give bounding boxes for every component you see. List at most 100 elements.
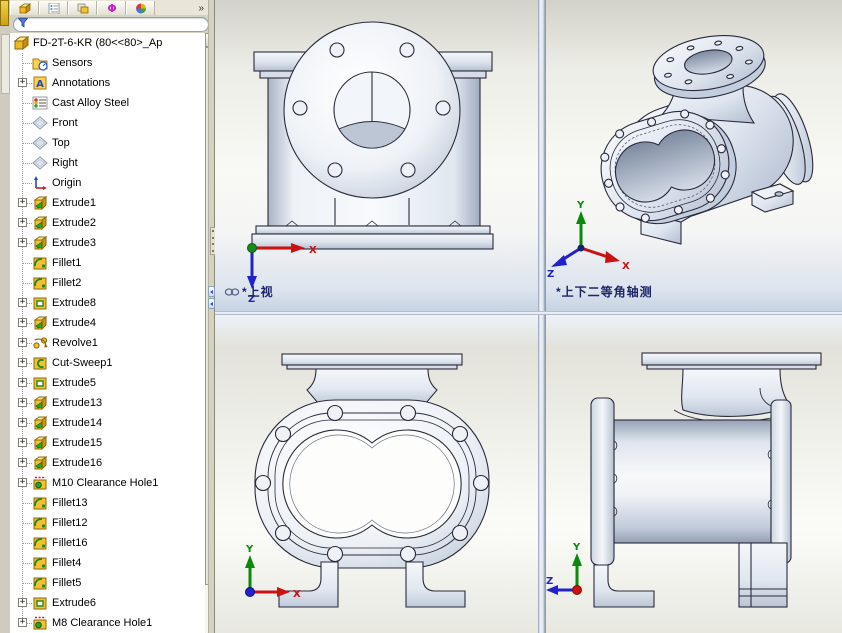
tree-item-cut-sweep1[interactable]: + Cut-Sweep1 bbox=[10, 353, 208, 373]
svg-text:Z: Z bbox=[547, 269, 554, 280]
tree-item-label: Revolve1 bbox=[52, 337, 98, 349]
dimxpert-tab[interactable]: Φ bbox=[97, 1, 126, 15]
tree-item-extrude1[interactable]: + Extrude1 bbox=[10, 193, 208, 213]
tree-item-origin[interactable]: Origin bbox=[10, 173, 208, 193]
filter-input[interactable] bbox=[31, 19, 191, 30]
tree-item-front[interactable]: Front bbox=[10, 113, 208, 133]
tree-item-extrude4[interactable]: + Extrude4 bbox=[10, 313, 208, 333]
material-icon bbox=[32, 95, 49, 111]
tree-item-extrude5[interactable]: + Extrude5 bbox=[10, 373, 208, 393]
tree-item-extrude15[interactable]: + Extrude15 bbox=[10, 433, 208, 453]
tree-item-m8-clearance-hole1[interactable]: + M8 Clearance Hole1 bbox=[10, 613, 208, 633]
expand-toggle[interactable]: + bbox=[18, 478, 27, 487]
viewport-collapse-button[interactable] bbox=[208, 286, 215, 297]
expand-toggle[interactable]: + bbox=[18, 78, 27, 87]
expand-toggle[interactable]: + bbox=[18, 618, 27, 627]
tree-item-fillet1[interactable]: Fillet1 bbox=[10, 253, 208, 273]
featuremanager-tab[interactable] bbox=[10, 1, 39, 15]
expand-toggle[interactable]: + bbox=[18, 458, 27, 467]
viewport-right-view[interactable]: Y Z bbox=[546, 315, 842, 633]
tree-connector bbox=[23, 563, 32, 564]
tree-item-fillet12[interactable]: Fillet12 bbox=[10, 513, 208, 533]
tree-item-fillet16[interactable]: Fillet16 bbox=[10, 533, 208, 553]
expand-toggle[interactable]: + bbox=[18, 298, 27, 307]
tree-item-top[interactable]: Top bbox=[10, 133, 208, 153]
tree-connector bbox=[23, 183, 32, 184]
boss-extrude-icon bbox=[32, 395, 49, 411]
sensors-icon bbox=[32, 55, 49, 71]
tree-item-fillet13[interactable]: Fillet13 bbox=[10, 493, 208, 513]
displaymanager-tab[interactable] bbox=[126, 1, 155, 15]
tree-item-sensors[interactable]: Sensors bbox=[10, 53, 208, 73]
tree-item-fd-2t-6-kr-80-80-ap[interactable]: FD-2T-6-KR (80<<80>_Ap bbox=[10, 33, 208, 53]
tree-item-label: Extrude1 bbox=[52, 197, 97, 209]
expand-toggle[interactable]: + bbox=[18, 318, 27, 327]
expand-toggle[interactable]: + bbox=[18, 198, 27, 207]
viewport-collapse-button[interactable] bbox=[208, 298, 215, 309]
boss-extrude-icon bbox=[32, 435, 49, 451]
vertical-viewport-splitter[interactable] bbox=[538, 0, 546, 633]
revolve-icon bbox=[32, 335, 49, 351]
tree-connector bbox=[23, 523, 32, 524]
tree-item-label: Front bbox=[52, 117, 78, 129]
tree-item-label: FD-2T-6-KR (80<<80>_Ap bbox=[33, 37, 163, 49]
expand-toggle[interactable]: + bbox=[18, 238, 27, 247]
tree-item-extrude3[interactable]: + Extrude3 bbox=[10, 233, 208, 253]
expand-toggle[interactable]: + bbox=[18, 438, 27, 447]
tree-item-revolve1[interactable]: + Revolve1 bbox=[10, 333, 208, 353]
tree-item-label: M8 Clearance Hole1 bbox=[52, 617, 153, 629]
tree-filter-box[interactable] bbox=[13, 17, 209, 32]
tree-item-fillet4[interactable]: Fillet4 bbox=[10, 553, 208, 573]
feature-tree: FD-2T-6-KR (80<<80>_Ap Sensors + A Annotatio… bbox=[10, 33, 208, 633]
expand-toggle[interactable]: + bbox=[18, 398, 27, 407]
plane-icon bbox=[32, 135, 49, 151]
expand-toggle[interactable]: + bbox=[18, 338, 27, 347]
viewport-front-view[interactable]: Y X bbox=[215, 315, 538, 633]
tree-item-extrude13[interactable]: + Extrude13 bbox=[10, 393, 208, 413]
tree-item-label: Extrude6 bbox=[52, 597, 97, 609]
tree-item-fillet5[interactable]: Fillet5 bbox=[10, 573, 208, 593]
expand-toggle[interactable]: + bbox=[18, 418, 27, 427]
tree-connector bbox=[23, 583, 32, 584]
expand-toggle[interactable]: + bbox=[18, 378, 27, 387]
viewport-top-view[interactable]: X Z *上视 bbox=[215, 0, 538, 311]
tree-item-annotations[interactable]: + A Annotations bbox=[10, 73, 208, 93]
tree-item-extrude2[interactable]: + Extrude2 bbox=[10, 213, 208, 233]
tree-item-extrude16[interactable]: + Extrude16 bbox=[10, 453, 208, 473]
cut-sweep-icon bbox=[32, 355, 49, 371]
tree-item-extrude14[interactable]: + Extrude14 bbox=[10, 413, 208, 433]
expand-toggle[interactable]: + bbox=[18, 598, 27, 607]
configurationmanager-tab[interactable] bbox=[68, 1, 97, 15]
cut-extrude-icon bbox=[32, 295, 49, 311]
tree-item-extrude8[interactable]: + Extrude8 bbox=[10, 293, 208, 313]
tree-item-cast-alloy-steel[interactable]: Cast Alloy Steel bbox=[10, 93, 208, 113]
expand-toggle[interactable]: + bbox=[18, 358, 27, 367]
tree-item-label: Cut-Sweep1 bbox=[52, 357, 113, 369]
svg-text:Y: Y bbox=[576, 200, 585, 211]
tree-item-extrude6[interactable]: + Extrude6 bbox=[10, 593, 208, 613]
panel-splitter[interactable] bbox=[208, 0, 216, 633]
tree-item-label: Origin bbox=[52, 177, 82, 189]
viewport-isometric-view[interactable]: Y X Z *上下二等角轴测 bbox=[546, 0, 842, 311]
tree-item-label: Extrude15 bbox=[52, 437, 103, 449]
tree-item-m10-clearance-hole1[interactable]: + M10 Clearance Hole1 bbox=[10, 473, 208, 493]
tree-connector bbox=[23, 283, 32, 284]
tree-item-label: Extrude2 bbox=[52, 217, 97, 229]
tree-item-right[interactable]: Right bbox=[10, 153, 208, 173]
boss-extrude-icon bbox=[32, 455, 49, 471]
configurationmanager-tab-icon bbox=[77, 3, 89, 15]
boss-extrude-icon bbox=[32, 195, 49, 211]
tree-item-label: Cast Alloy Steel bbox=[52, 97, 130, 109]
origin-icon bbox=[32, 175, 49, 191]
triad-right-view: Y Z bbox=[546, 542, 582, 595]
tab-overflow-chevron[interactable]: » bbox=[198, 3, 204, 15]
tree-item-label: Extrude14 bbox=[52, 417, 103, 429]
fillet-icon bbox=[32, 495, 49, 511]
svg-text:Y: Y bbox=[245, 544, 254, 555]
propertymanager-tab[interactable] bbox=[39, 1, 68, 15]
expand-toggle[interactable]: + bbox=[18, 218, 27, 227]
tree-item-label: Fillet5 bbox=[52, 577, 82, 589]
tree-item-fillet2[interactable]: Fillet2 bbox=[10, 273, 208, 293]
tree-connector bbox=[23, 263, 32, 264]
link-views-icon[interactable] bbox=[224, 287, 240, 300]
